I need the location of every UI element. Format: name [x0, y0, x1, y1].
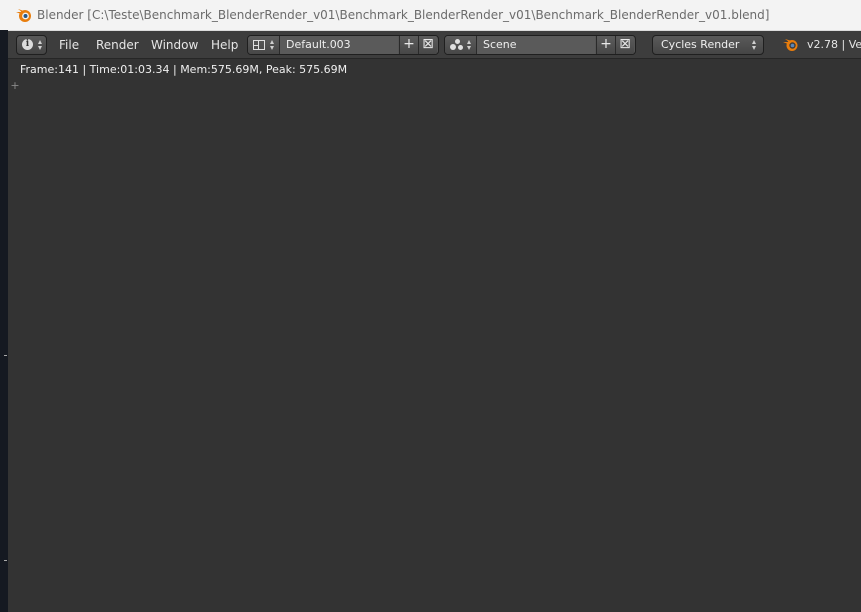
screen-layout-icon: [253, 40, 265, 50]
delete-screen-button[interactable]: ⊠: [418, 36, 437, 54]
updown-arrows-icon: [752, 39, 757, 51]
scene-selector: Scene + ⊠: [444, 35, 636, 55]
render-result-view[interactable]: Frame:141 | Time:01:03.34 | Mem:575.69M,…: [8, 59, 861, 612]
render-engine-select[interactable]: Cycles Render: [652, 35, 764, 55]
desktop-edge: [0, 30, 8, 612]
add-screen-button[interactable]: +: [399, 36, 418, 54]
render-engine-value: Cycles Render: [661, 38, 740, 51]
screen-layout-selector: Default.003 + ⊠: [247, 35, 439, 55]
screen-layout-name-field[interactable]: Default.003: [280, 36, 398, 54]
screen-layout-browse-button[interactable]: [248, 36, 280, 54]
scene-name-field[interactable]: Scene: [477, 36, 595, 54]
info-header: i File Render Window Help Default.003 + …: [8, 31, 861, 59]
updown-arrows-icon: [270, 39, 275, 51]
render-stats: Frame:141 | Time:01:03.34 | Mem:575.69M,…: [20, 63, 348, 76]
blender-logo-icon: [16, 9, 31, 22]
updown-arrows-icon: [38, 39, 43, 51]
blender-window: Blender [C:\Teste\Benchmark_BlenderRende…: [0, 0, 861, 612]
menu-window[interactable]: Window: [151, 38, 198, 52]
add-scene-button[interactable]: +: [596, 36, 615, 54]
version-info: v2.78 | Ver: [807, 38, 861, 51]
plus-icon: +: [600, 36, 612, 52]
blender-logo-icon: [783, 39, 798, 51]
edge-mark: [4, 560, 7, 561]
window-title: Blender [C:\Teste\Benchmark_BlenderRende…: [37, 8, 770, 22]
close-icon: ⊠: [619, 36, 631, 52]
scene-icon: [450, 39, 464, 51]
scene-browse-button[interactable]: [445, 36, 477, 54]
menu-render[interactable]: Render: [96, 38, 139, 52]
plus-icon: +: [403, 36, 415, 52]
toolshelf-toggle-icon[interactable]: +: [10, 80, 20, 91]
menu-file[interactable]: File: [59, 38, 79, 52]
close-icon: ⊠: [422, 36, 434, 52]
edge-mark: [4, 355, 7, 356]
scene-name: Scene: [483, 38, 517, 51]
title-bar: Blender [C:\Teste\Benchmark_BlenderRende…: [0, 0, 861, 31]
screen-layout-name: Default.003: [286, 38, 351, 51]
updown-arrows-icon: [467, 39, 472, 51]
menu-help[interactable]: Help: [211, 38, 238, 52]
info-icon: i: [22, 39, 33, 50]
delete-scene-button[interactable]: ⊠: [615, 36, 634, 54]
editor-type-button[interactable]: i: [16, 35, 47, 55]
